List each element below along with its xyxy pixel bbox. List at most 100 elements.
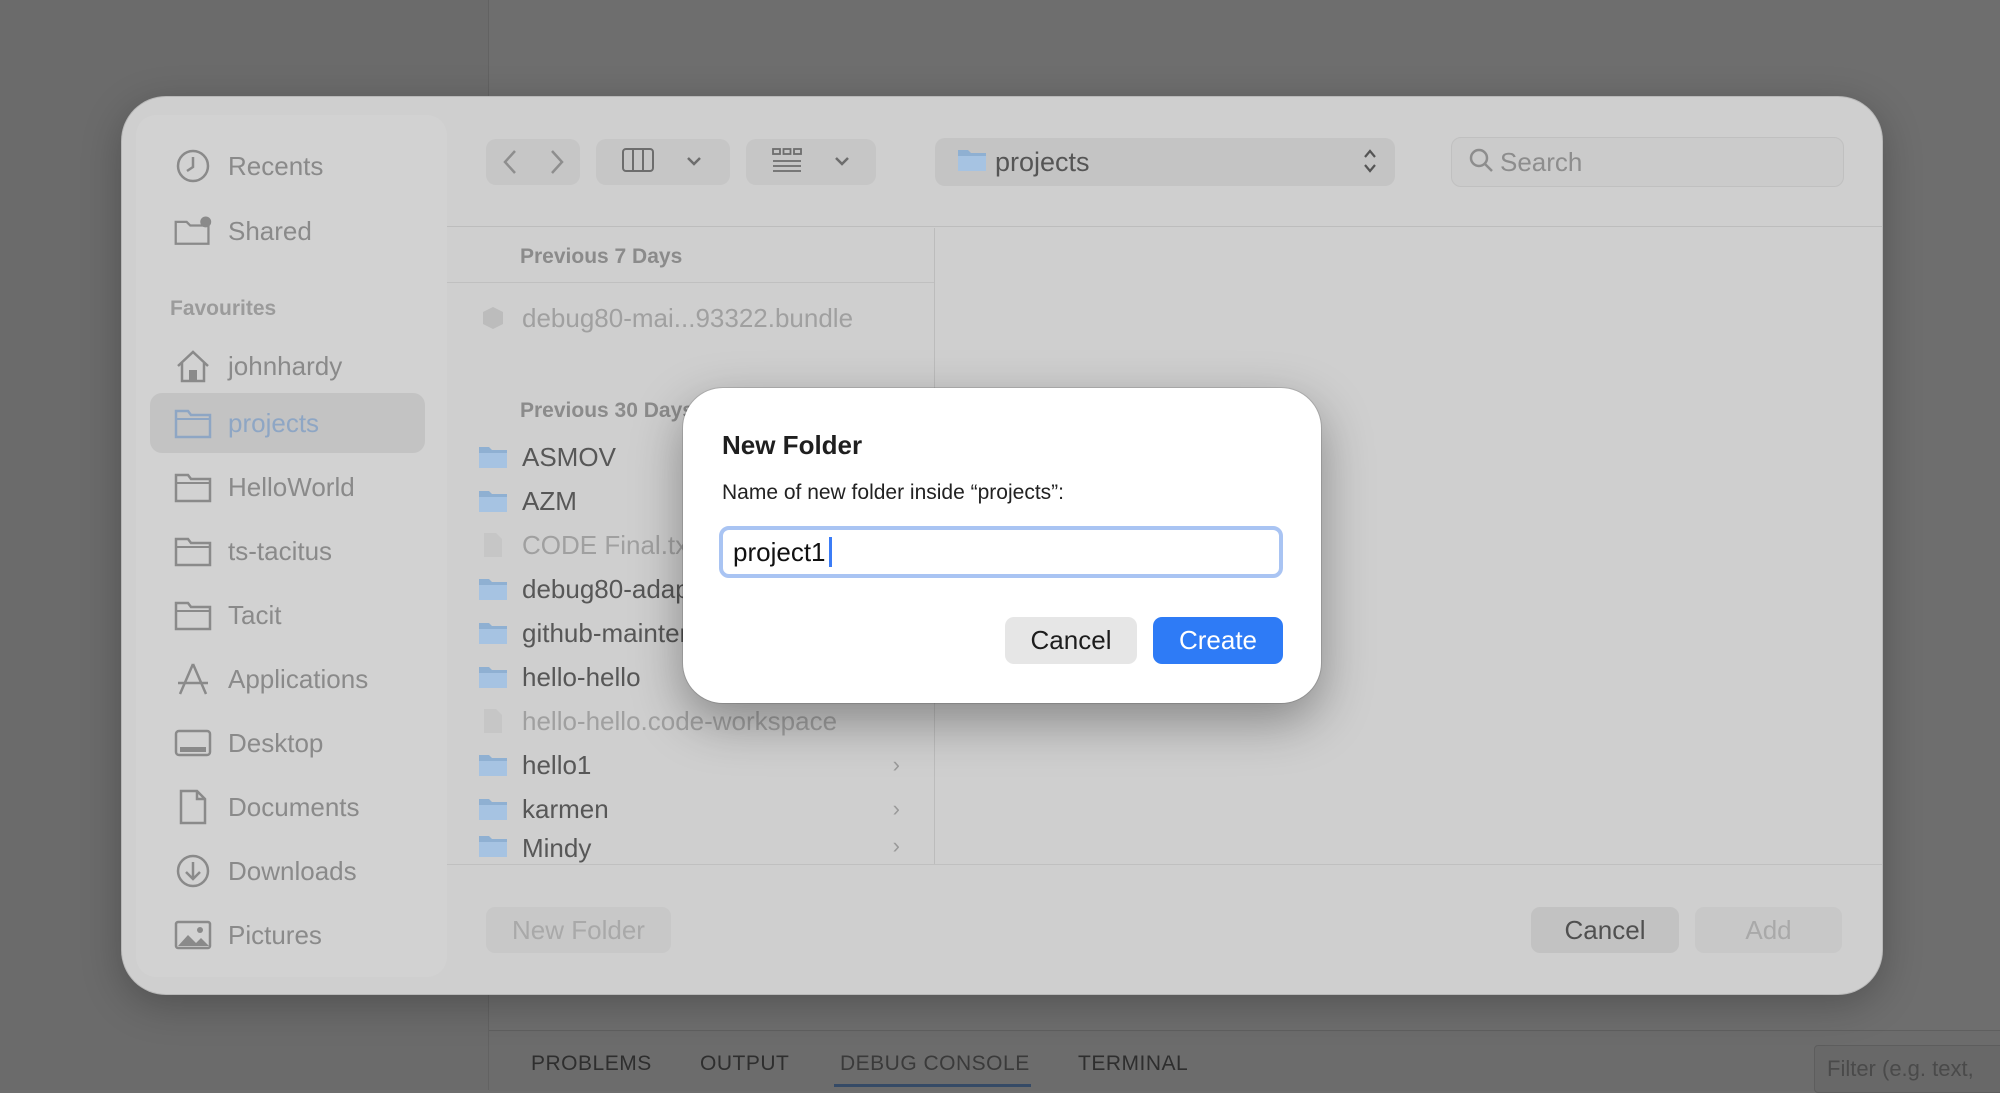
active-tab-indicator	[834, 1084, 1031, 1087]
list-item-label: debug80-mai...93322.bundle	[522, 302, 854, 333]
search-placeholder: Search	[1500, 146, 1583, 177]
group-by-button[interactable]	[746, 139, 876, 185]
sidebar-item-pictures[interactable]: Pictures	[150, 905, 425, 965]
folder-icon	[478, 796, 508, 822]
list-item[interactable]: Mindy ›	[478, 833, 918, 864]
folder-icon	[957, 148, 987, 177]
list-item-label: CODE Final.txt	[522, 529, 696, 560]
sidebar-item-documents[interactable]: Documents	[150, 777, 425, 837]
list-item[interactable]: debug80-mai...93322.bundle	[478, 298, 918, 338]
nav-buttons	[486, 139, 580, 185]
sidebar-item-label: Tacit	[228, 599, 282, 630]
add-button[interactable]: Add	[1695, 907, 1842, 953]
grid-view-icon	[772, 147, 802, 177]
list-item-label: karmen	[522, 793, 609, 824]
sidebar-item-label: ts-tacitus	[228, 535, 333, 566]
sidebar-item-recents[interactable]: Recents	[150, 136, 425, 196]
chevron-down-icon	[686, 153, 702, 171]
forward-arrow-icon[interactable]	[533, 149, 580, 175]
folder-icon	[173, 595, 213, 635]
sidebar-item-label: projects	[228, 407, 320, 438]
tab-output[interactable]: OUTPUT	[700, 1052, 789, 1076]
chevron-right-icon: ›	[892, 752, 900, 777]
sidebar-item-johnhardy[interactable]: johnhardy	[150, 336, 425, 396]
sidebar-item-label: johnhardy	[228, 350, 343, 381]
sidebar-item-desktop[interactable]: Desktop	[150, 713, 425, 773]
toolbar-divider	[447, 226, 1882, 227]
home-icon	[173, 346, 213, 386]
list-item[interactable]: hello-hello.code-workspace	[478, 701, 918, 741]
shared-folder-icon	[173, 211, 213, 251]
document-icon	[173, 787, 213, 827]
view-mode-button[interactable]	[596, 139, 730, 185]
tab-problems[interactable]: PROBLEMS	[531, 1052, 652, 1076]
sidebar-item-label: Recents	[228, 150, 324, 181]
applications-icon	[173, 659, 213, 699]
list-item-label: hello-hello.code-workspace	[522, 705, 838, 736]
panel-filter-input[interactable]: Filter (e.g. text,	[1814, 1045, 2000, 1093]
list-item[interactable]: karmen ›	[478, 789, 918, 829]
folder-icon	[478, 664, 508, 690]
list-item-label: AZM	[522, 485, 577, 516]
create-button[interactable]: Create	[1153, 617, 1283, 664]
new-folder-button[interactable]: New Folder	[486, 907, 671, 953]
folder-icon	[478, 444, 508, 470]
sidebar-item-label: Downloads	[228, 855, 357, 886]
list-item-label: hello1	[522, 749, 592, 780]
back-arrow-icon[interactable]	[486, 149, 533, 175]
updown-chevron-icon	[1363, 148, 1377, 179]
text-caret	[829, 537, 832, 567]
bundle-icon	[478, 305, 508, 331]
tab-terminal[interactable]: TERMINAL	[1078, 1052, 1188, 1076]
download-icon	[173, 851, 213, 891]
section-header-30-days: Previous 30 Days	[520, 399, 694, 422]
dialog-prompt: Name of new folder inside “projects”:	[722, 481, 1064, 504]
text-file-icon	[478, 532, 508, 558]
sidebar-item-label: Pictures	[228, 919, 322, 950]
sidebar-item-downloads[interactable]: Downloads	[150, 841, 425, 901]
section-divider	[447, 282, 934, 283]
list-item[interactable]: hello1 ›	[478, 745, 918, 785]
folder-icon	[478, 576, 508, 602]
dialog-title: New Folder	[722, 430, 863, 460]
folder-icon	[478, 752, 508, 778]
tab-debug-console[interactable]: DEBUG CONSOLE	[840, 1052, 1030, 1076]
desktop-icon	[173, 723, 213, 763]
footer-divider	[447, 864, 1882, 865]
folder-icon	[173, 531, 213, 571]
search-icon	[1468, 147, 1494, 178]
sidebar-item-label: Documents	[228, 791, 360, 822]
sidebar-item-helloworld[interactable]: HelloWorld	[150, 457, 425, 517]
search-input[interactable]: Search	[1451, 137, 1844, 187]
folder-icon	[478, 620, 508, 646]
clock-icon	[173, 146, 213, 186]
pictures-icon	[173, 915, 213, 955]
path-label: projects	[995, 146, 1090, 177]
sidebar-item-label: HelloWorld	[228, 471, 355, 502]
chevron-right-icon: ›	[892, 796, 900, 821]
sidebar-item-label: Desktop	[228, 727, 324, 758]
chevron-down-icon	[834, 153, 850, 171]
sidebar-item-applications[interactable]: Applications	[150, 649, 425, 709]
chevron-right-icon: ›	[892, 833, 900, 858]
cancel-button[interactable]: Cancel	[1531, 907, 1679, 953]
favourites-heading: Favourites	[170, 297, 277, 320]
folder-icon	[173, 403, 213, 443]
sidebar-item-projects[interactable]: projects	[150, 393, 425, 453]
sidebar-item-tacit[interactable]: Tacit	[150, 585, 425, 645]
folder-name-input[interactable]	[719, 526, 1283, 578]
dialog-cancel-button[interactable]: Cancel	[1005, 617, 1137, 664]
columns-view-icon	[622, 147, 654, 177]
list-item-label: Mindy	[522, 833, 592, 863]
list-item-label: hello-hello	[522, 661, 641, 692]
path-popup[interactable]: projects	[935, 138, 1395, 186]
folder-icon	[478, 833, 508, 859]
sidebar-item-label: Shared	[228, 215, 312, 246]
workspace-file-icon	[478, 708, 508, 734]
section-header-7-days: Previous 7 Days	[520, 245, 683, 268]
sidebar-item-shared[interactable]: Shared	[150, 201, 425, 261]
folder-icon	[478, 488, 508, 514]
sidebar-item-ts-tacitus[interactable]: ts-tacitus	[150, 521, 425, 581]
sidebar-item-label: Applications	[228, 663, 369, 694]
list-item-label: ASMOV	[522, 441, 616, 472]
